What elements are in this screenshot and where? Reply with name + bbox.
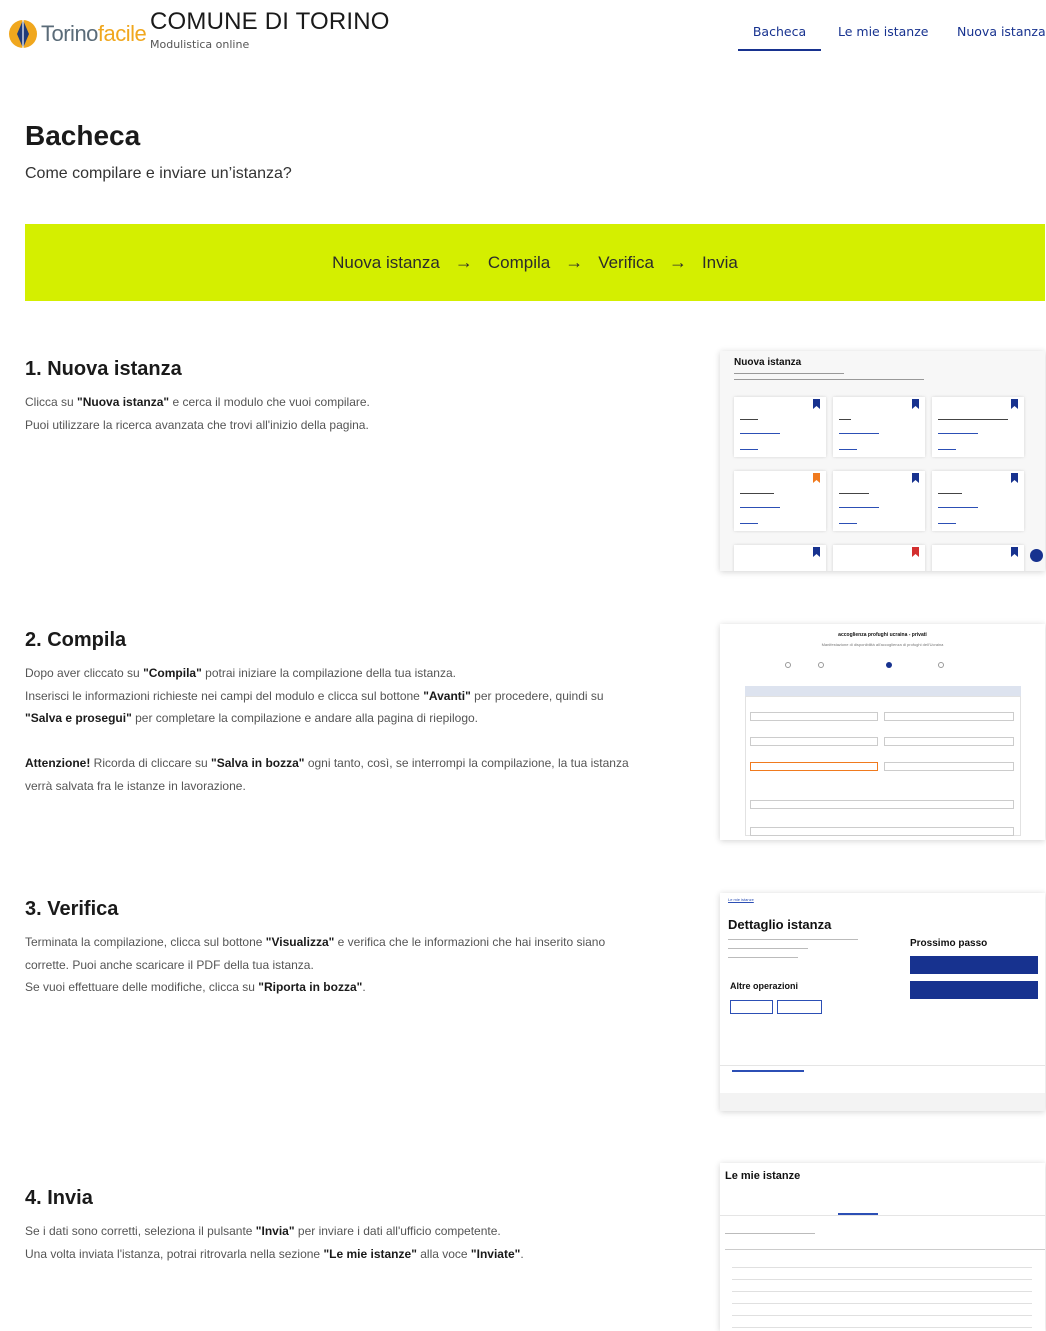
steps-banner: Nuova istanza → Compila → Verifica → Inv… [25,224,1045,301]
thumb-verifica: Le mie istanze Dettaglio istanza Prossim… [720,893,1045,1111]
section-text-invia: Se i dati sono corretti, seleziona il pu… [25,1224,524,1261]
section-title-nuova-istanza: 1. Nuova istanza [25,358,182,380]
step-nuova-istanza: Nuova istanza [332,252,440,272]
arrow-right-icon: → [668,252,687,272]
section-title-verifica: 3. Verifica [25,898,119,920]
thumb-nuova-istanza: Nuova istanza [720,351,1045,571]
page-subtitle: Come compilare e inviare un’istanza? [25,165,292,182]
thumb1-title: Nuova istanza [734,357,802,368]
section-title-compila: 2. Compila [25,629,127,651]
nav-nuova-istanza[interactable]: Nuova istanza [957,24,1046,49]
thumb3-next-step: Prossimo passo [910,938,988,949]
step-compila: Compila [487,252,551,272]
section-text-compila: Dopo aver cliccato su "Compila" potrai i… [25,666,629,793]
thumb3-other-ops: Altre operazioni [730,981,799,991]
thumb-compila: accoglienza profughi ucraina - privati M… [720,624,1045,840]
thumb2-title: accoglienza profughi ucraina - privati [838,632,927,638]
section-title-invia: 4. Invia [25,1187,93,1209]
thumb2-subtitle: Manifestazione di disponibilità all'acco… [821,642,944,647]
help-icon [1030,549,1043,562]
section-text-nuova-istanza: Clicca su "Nuova istanza" e cerca il mod… [25,395,370,432]
arrow-right-icon: → [565,252,584,272]
thumb-invia: Le mie istanze [720,1163,1045,1331]
thumb4-title: Le mie istanze [725,1170,801,1182]
page-title: Bacheca [25,120,141,151]
nav-bacheca[interactable]: Bacheca [738,24,821,51]
site-header: Torinofacile COMUNE DI TORINO Modulistic… [0,0,1046,60]
step-verifica: Verifica [598,252,654,272]
main-nav: Bacheca Le mie istanze Nuova istanza [0,24,1046,56]
nav-le-mie-istanze[interactable]: Le mie istanze [838,24,928,49]
thumb3-title: Dettaglio istanza [728,917,832,932]
step-invia: Invia [701,252,738,272]
section-text-verifica: Terminata la compilazione, clicca sul bo… [25,935,606,994]
arrow-right-icon: → [454,252,473,272]
thumb3-breadcrumb: Le mie istanze [728,897,754,902]
